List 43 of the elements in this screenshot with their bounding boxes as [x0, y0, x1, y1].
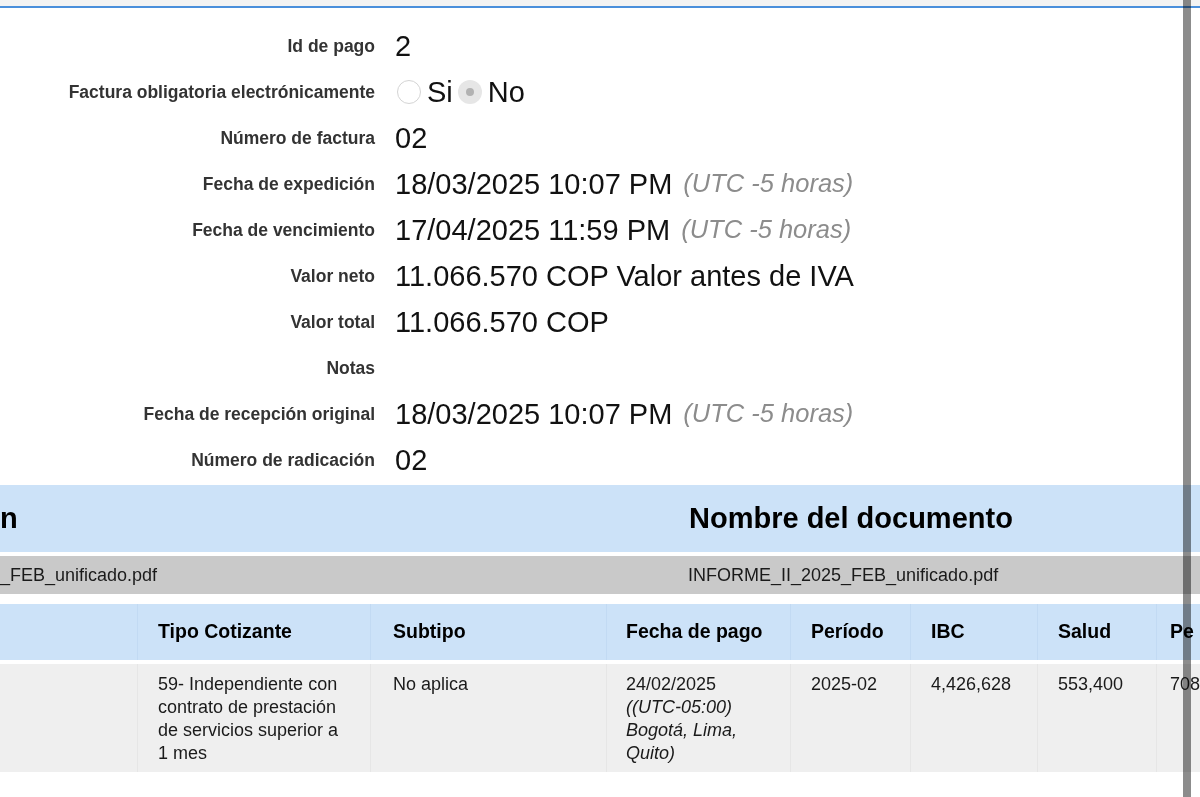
field-label: Notas	[326, 356, 375, 380]
field-label: Fecha de recepción original	[143, 402, 375, 426]
column-header: Subtipo	[371, 604, 607, 660]
field-label: Id de pago	[287, 34, 375, 58]
field-value: 18/03/2025 10:07 PM	[395, 169, 673, 199]
field-label: Valor neto	[290, 264, 375, 288]
table-cell-text: INFORME_II_2025_FEB_unificado.pdf	[687, 563, 1000, 588]
field-label: Fecha de expedición	[202, 172, 375, 196]
table-cell: No aplica	[371, 664, 607, 772]
field-value: 02	[395, 445, 428, 475]
field-value: 11.066.570 COP	[395, 307, 609, 337]
table-cell: 2025-02	[791, 664, 911, 772]
field-value: 18/03/2025 10:07 PM	[395, 399, 673, 429]
field-label: Número de factura	[220, 126, 375, 150]
column-header: Salud	[1038, 604, 1157, 660]
timezone-note: (UTC -5 horas)	[683, 171, 854, 197]
table-cell: 59- Independiente con contrato de prestación de servicios superior a 1 mes	[138, 664, 371, 772]
radio-button[interactable]	[457, 80, 482, 104]
column-header: Período	[791, 604, 911, 660]
column-header: Fecha de pago	[607, 604, 791, 660]
column-header: IBC	[911, 604, 1038, 660]
timezone-note: (UTC -5 horas)	[681, 217, 852, 243]
field-label: Valor total	[290, 310, 375, 334]
radio-label: Si	[427, 77, 453, 107]
table-cell-text: 708	[1169, 673, 1200, 696]
column-header: Nombre del documento	[688, 500, 1014, 536]
timezone-note: (UTC -5 horas)	[683, 401, 854, 427]
field-value: 02	[395, 123, 428, 153]
radio-button[interactable]	[397, 80, 421, 104]
table-cell: 553,400	[1038, 664, 1157, 772]
field-value: 17/04/2025 11:59 PM	[395, 215, 671, 245]
table-cell-text: _FEB_unificado.pdf	[0, 563, 159, 588]
field-value: 11.066.570 COP Valor antes de IVA	[395, 261, 854, 291]
column-header: Pe	[1169, 619, 1195, 645]
table-cell: 4,426,628	[911, 664, 1038, 772]
column-header: Tipo Cotizante	[138, 604, 371, 660]
field-label: Factura obligatoria electrónicamente	[68, 80, 375, 104]
field-label: Número de radicación	[191, 448, 375, 472]
table-cell: 24/02/2025 ((UTC-05:00) Bogotá, Lima, Quito)	[607, 664, 791, 772]
radio-label: No	[487, 77, 525, 107]
field-value: 2	[395, 31, 412, 61]
column-header: n	[0, 500, 19, 536]
field-label: Fecha de vencimiento	[192, 218, 375, 242]
